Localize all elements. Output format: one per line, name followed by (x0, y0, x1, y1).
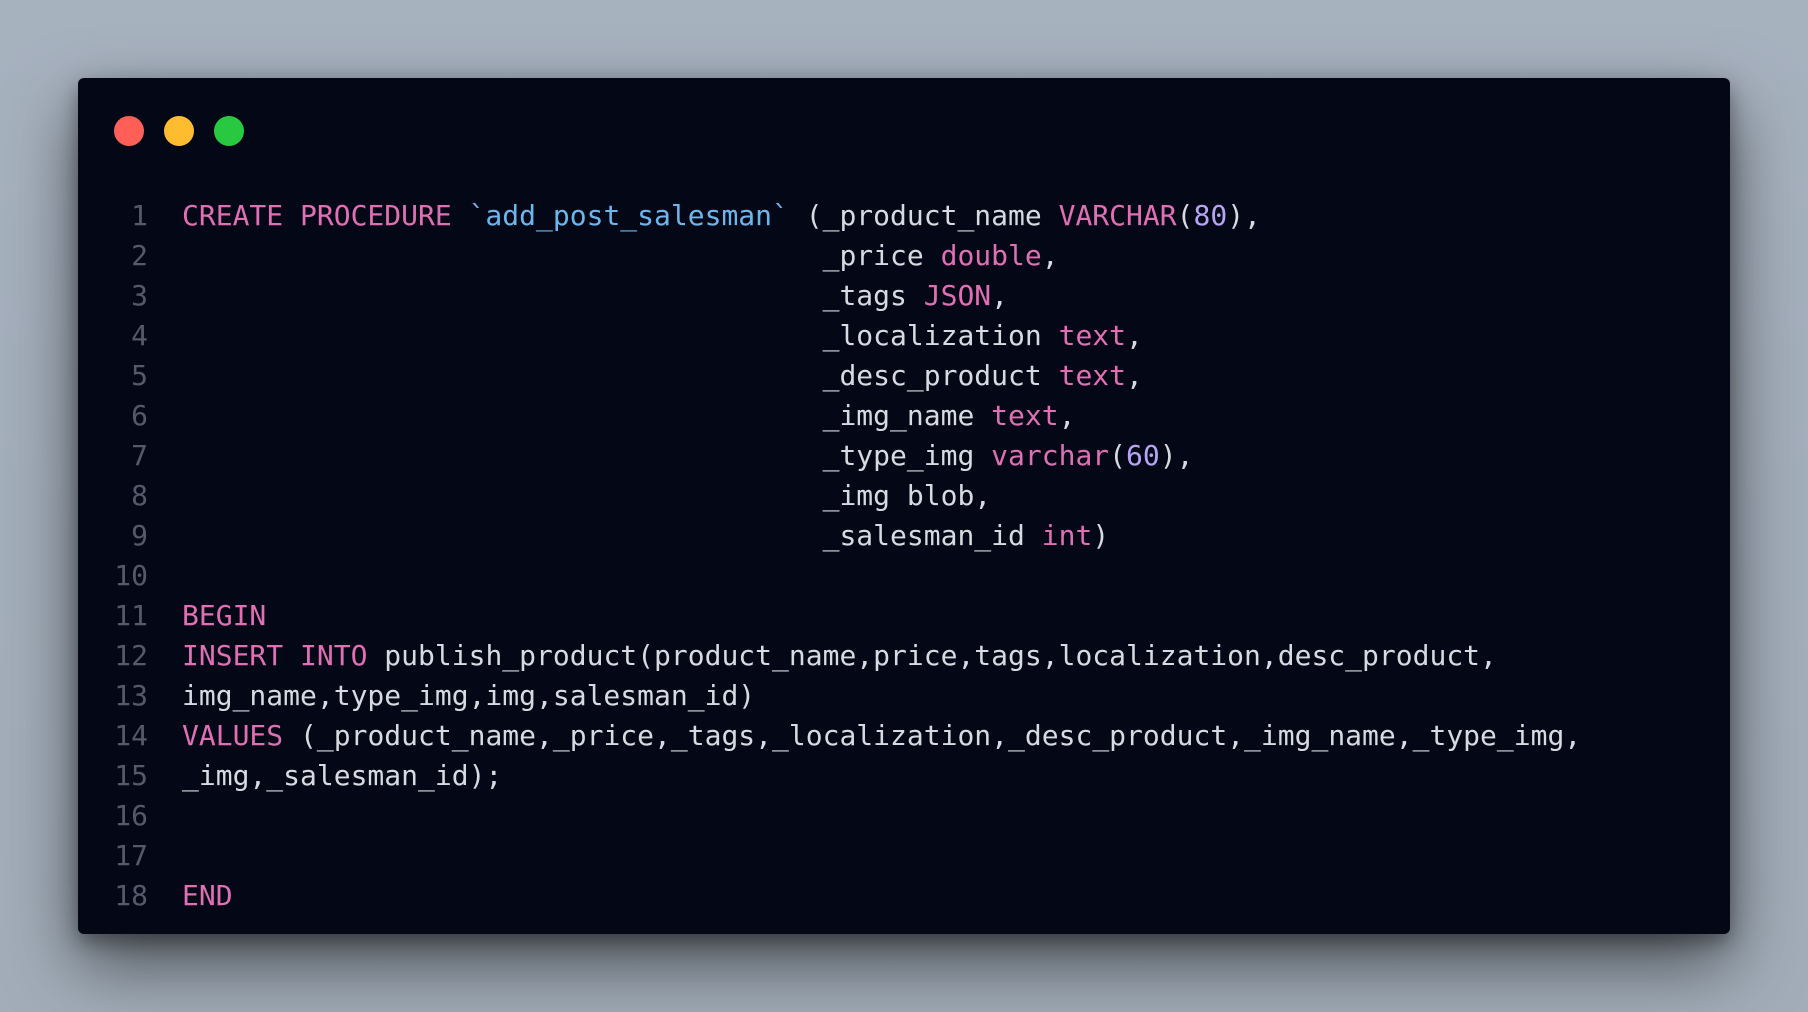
line-number: 4 (131, 319, 148, 352)
code-line: 9 _salesman_id int) (78, 516, 1730, 556)
code-token: (_product_name (788, 199, 1059, 232)
code-token: _localization (182, 319, 1059, 352)
code-token: `add_post_salesman` (468, 199, 789, 232)
line-number: 1 (131, 199, 148, 232)
line-content: _img blob, (182, 476, 992, 516)
code-line: 7 _type_img varchar(60), (78, 436, 1730, 476)
line-content: BEGIN (182, 596, 266, 636)
line-number: 6 (131, 399, 148, 432)
line-content: _img_name text, (182, 396, 1076, 436)
code-line: 11 BEGIN (78, 596, 1730, 636)
code-line: 16 (78, 796, 1730, 836)
code-token: 60 (1126, 439, 1160, 472)
code-line: 15 _img,_salesman_id); (78, 756, 1730, 796)
code-token: 80 (1193, 199, 1228, 232)
code-line: 1 CREATE PROCEDURE `add_post_salesman` (_… (78, 196, 1730, 236)
line-content: _localization text, (182, 316, 1143, 356)
code-line: 10 (78, 556, 1730, 596)
line-content: INSERT INTO publish_product(product_name… (182, 636, 1497, 676)
code-token: ( (1109, 439, 1127, 472)
code-token: publish_product(product_name,price,tags,… (367, 639, 1497, 672)
code-token: , (1058, 399, 1076, 432)
code-token: VARCHAR (1058, 199, 1177, 232)
code-line: 6 _img_name text, (78, 396, 1730, 436)
line-number: 11 (114, 599, 148, 632)
code-token: CREATE PROCEDURE (182, 199, 452, 232)
code-token: _img_name (182, 399, 992, 432)
code-token: BEGIN (182, 599, 267, 632)
line-content: _tags JSON, (182, 276, 1008, 316)
code-token: , (1126, 319, 1143, 352)
window-controls (114, 116, 244, 146)
code-line: 8 _img blob, (78, 476, 1730, 516)
code-line: 4 _localization text, (78, 316, 1730, 356)
code-token: _tags (182, 279, 924, 312)
line-number: 8 (131, 479, 148, 512)
code-line: 5 _desc_product text, (78, 356, 1730, 396)
code-line: 13 img_name,type_img,img,salesman_id) (78, 676, 1730, 716)
line-number: 2 (131, 239, 148, 272)
line-content: _desc_product text, (182, 356, 1143, 396)
code-line: 12 INSERT INTO publish_product(product_na… (78, 636, 1730, 676)
line-content: _type_img varchar(60), (182, 436, 1194, 476)
code-line: 3 _tags JSON, (78, 276, 1730, 316)
code-editor: 1 CREATE PROCEDURE `add_post_salesman` (_… (78, 196, 1730, 916)
line-number: 3 (131, 279, 148, 312)
line-number: 16 (114, 799, 148, 832)
line-content: _salesman_id int) (182, 516, 1110, 556)
line-number: 12 (114, 639, 148, 672)
code-token: _price (182, 239, 941, 272)
code-token: varchar (991, 439, 1110, 472)
code-token: text (1058, 359, 1127, 392)
line-content: END (182, 876, 233, 916)
line-number: 9 (131, 519, 148, 552)
code-token: ) (1092, 519, 1110, 552)
code-token: text (1058, 319, 1127, 352)
line-number: 17 (114, 839, 148, 872)
code-token: INSERT INTO (182, 639, 368, 672)
code-token: , (1041, 239, 1059, 272)
code-token: ), (1227, 199, 1261, 232)
code-token: ( (1176, 199, 1194, 232)
line-content: CREATE PROCEDURE `add_post_salesman` (_p… (182, 196, 1261, 236)
line-content: VALUES (_product_name,_price,_tags,_loca… (182, 716, 1581, 756)
code-token: JSON (923, 279, 992, 312)
code-token: , (991, 279, 1009, 312)
code-line: 18 END (78, 876, 1730, 916)
line-content: _price double, (182, 236, 1059, 276)
code-token: _desc_product (182, 359, 1059, 392)
line-number: 10 (114, 559, 148, 592)
code-line: 14 VALUES (_product_name,_price,_tags,_lo… (78, 716, 1730, 756)
code-token: _img blob, (182, 479, 992, 512)
code-token: img_name,type_img,img,salesman_id) (182, 679, 756, 712)
code-token: VALUES (182, 719, 284, 752)
code-window: 1 CREATE PROCEDURE `add_post_salesman` (_… (78, 78, 1730, 934)
code-token: ), (1159, 439, 1194, 472)
code-line: 2 _price double, (78, 236, 1730, 276)
line-number: 14 (114, 719, 148, 752)
code-token: END (182, 879, 233, 912)
minimize-button[interactable] (164, 116, 194, 146)
line-number: 5 (131, 359, 148, 392)
code-token: double (940, 239, 1042, 272)
code-line: 17 (78, 836, 1730, 876)
code-token: (_product_name,_price,_tags,_localizatio… (283, 719, 1582, 752)
line-number: 18 (114, 879, 148, 912)
code-token: text (991, 399, 1059, 432)
code-token: int (1041, 519, 1093, 552)
code-token: , (1126, 359, 1143, 392)
code-token: _salesman_id (182, 519, 1042, 552)
zoom-button[interactable] (214, 116, 244, 146)
line-content: img_name,type_img,img,salesman_id) (182, 676, 755, 716)
line-number: 7 (131, 439, 148, 472)
code-token: _type_img (182, 439, 992, 472)
line-number: 15 (114, 759, 148, 792)
line-content: _img,_salesman_id); (182, 756, 502, 796)
code-token: _img,_salesman_id); (182, 759, 503, 792)
line-number: 13 (114, 679, 148, 712)
close-button[interactable] (114, 116, 144, 146)
